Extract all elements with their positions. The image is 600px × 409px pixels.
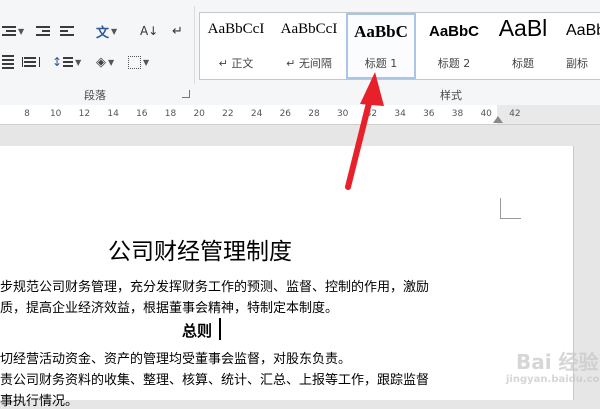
watermark-url: jingyan.baidu.com: [506, 374, 600, 385]
watermark-logo: Bai 经验: [516, 350, 599, 374]
annotation-arrow: [345, 72, 384, 190]
arrow-head-icon: [360, 72, 384, 106]
arrow-shaft: [345, 92, 374, 190]
watermark: Bai 经验 jingyan.baidu.com: [478, 344, 600, 396]
